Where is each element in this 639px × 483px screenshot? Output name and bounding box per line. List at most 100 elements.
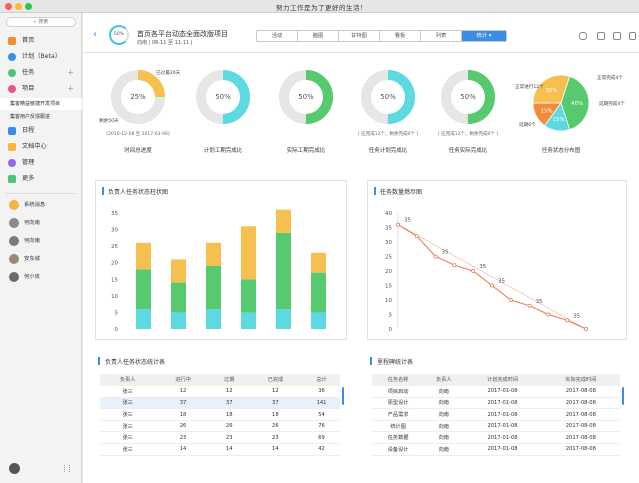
table2-section: 里程碑统计表 任务名称 负责人 计划完成时间 实际完成时间 项目启动 向南 2017… — [367, 357, 629, 477]
table1-scrollbar[interactable] — [342, 387, 344, 405]
avatar — [9, 236, 19, 246]
grid-icon[interactable] — [629, 32, 636, 40]
project-progress-value: 50% — [113, 32, 124, 37]
contact-system-message[interactable]: 系统消息 — [0, 198, 82, 212]
add-task-icon[interactable]: + — [67, 66, 74, 80]
back-arrow-icon[interactable]: ‹ — [93, 29, 97, 40]
add-project-icon[interactable]: + — [67, 82, 74, 96]
table-cell: 23 — [247, 431, 304, 445]
contact-label: 系统消息 — [24, 202, 46, 208]
ideal-line — [397, 224, 587, 330]
donut-label: 计划工期完成比 — [203, 148, 243, 154]
video-icon[interactable] — [597, 32, 605, 40]
point-label: 35 — [404, 218, 411, 224]
table-cell: 26 — [210, 420, 248, 433]
contact-item[interactable]: 何小攻 — [0, 270, 82, 284]
task-status-pie: 40% 15%15% 30% — [532, 74, 590, 132]
table-cell: 项目启动 — [372, 385, 425, 398]
column-header: 已完成 — [247, 374, 304, 386]
pie-slice-label: 40% — [571, 101, 583, 107]
table-cell: 2017-01-08 — [463, 420, 542, 433]
donut-value: 50% — [215, 93, 231, 101]
point-label: 35 — [498, 279, 505, 285]
bar-segment — [171, 282, 186, 313]
table-row[interactable]: 张三 14 14 14 42 — [100, 443, 340, 456]
table-row[interactable]: 产品需求 向南 2017-01-08 2017-08-08 — [372, 408, 620, 421]
table-row[interactable]: 张三 18 18 18 54 — [100, 408, 340, 421]
contact-item[interactable]: 何向南 — [0, 216, 82, 230]
sidebar-item-projects[interactable]: 项目 + — [0, 82, 82, 96]
sidebar-item-tasks[interactable]: 任务 + — [0, 66, 82, 80]
table-row[interactable]: 张三 12 12 12 36 — [100, 385, 340, 398]
sidebar-item-calendar[interactable]: 日程 — [0, 124, 82, 138]
table-cell: 14 — [247, 443, 304, 456]
donut-planned-duration: 50% — [196, 70, 250, 124]
y-tick-label: 25 — [385, 255, 392, 261]
sidebar-item-label: 更多 — [22, 175, 35, 182]
table2: 任务名称 负责人 计划完成时间 实际完成时间 项目启动 向南 2017-01-08 2… — [372, 374, 620, 456]
y-tick-label: 40 — [385, 211, 392, 217]
bar-segment — [171, 259, 186, 283]
table-row[interactable]: 统计图 向南 2017-01-08 2017-08-08 — [372, 420, 620, 433]
line-point — [452, 263, 457, 268]
menu-grid-icon[interactable] — [64, 465, 70, 472]
hexagon-icon[interactable] — [579, 32, 587, 40]
sidebar-item-manage[interactable]: 管理 — [0, 156, 82, 170]
edit-icon[interactable] — [613, 32, 621, 40]
table-cell: 向南 — [424, 431, 464, 445]
table-cell: 2017-08-08 — [541, 408, 620, 421]
bar-segment — [241, 312, 256, 329]
column-header: 任务名称 — [372, 374, 425, 386]
table-cell: 37 — [210, 397, 248, 410]
tab-mindmap[interactable]: 脑图 — [298, 31, 339, 41]
contact-item[interactable]: 安东城 — [0, 252, 82, 266]
column-header: 实际完成时间 — [541, 374, 620, 386]
donut-label: 实际工期完成比 — [286, 148, 326, 154]
sidebar-item-home[interactable]: 首页 — [0, 34, 82, 48]
y-tick-label: 30 — [111, 228, 118, 234]
search-input[interactable]: ⌕ 搜索 — [6, 17, 76, 27]
pie-label: 任务状态分布图 — [541, 148, 581, 154]
sidebar-subitem-project-2[interactable]: 集客用户反馈跟进 — [0, 111, 82, 123]
tab-activity[interactable]: 活动 — [257, 31, 298, 41]
table-cell: 23 — [210, 431, 248, 445]
table-cell: 原型设计 — [372, 397, 425, 410]
table-row[interactable]: 原型设计 向南 2017-01-08 2017-08-08 — [372, 397, 620, 410]
user-avatar[interactable] — [9, 463, 20, 474]
manage-icon — [8, 159, 16, 167]
table-cell: 张三 — [100, 431, 156, 445]
table-cell: 36 — [303, 385, 340, 398]
table-row[interactable]: 任务数据 向南 2017-01-08 2017-08-08 — [372, 431, 620, 445]
y-tick-label: 10 — [111, 294, 118, 300]
burndown-chart: 0 5 10 15 20 25 30 35 40 35 35 35 35 35 35 — [385, 211, 588, 333]
table2-scrollbar[interactable] — [622, 387, 624, 405]
table-cell: 2017-01-08 — [463, 431, 542, 445]
table-row[interactable]: 张三 23 23 23 69 — [100, 431, 340, 445]
table-cell: 2017-01-08 — [463, 385, 542, 398]
sidebar-item-more[interactable]: 更多 — [0, 172, 82, 186]
tab-gantt[interactable]: 甘特图 — [339, 31, 380, 41]
bar-segment — [241, 226, 256, 280]
table-row[interactable]: 张三 26 26 26 76 — [100, 420, 340, 433]
table-cell: 18 — [247, 408, 304, 421]
sidebar-subitem-project-1[interactable]: 集客精益敏捷开发项目 — [0, 98, 82, 110]
point-label: 35 — [536, 299, 543, 305]
avatar — [9, 272, 19, 282]
tab-kanban[interactable]: 看板 — [380, 31, 421, 41]
table-cell: 2017-08-08 — [541, 397, 620, 410]
pie-legend-normal: 正常进行12个 — [515, 85, 544, 90]
pie-legend-delayed: 延期6个 — [519, 123, 536, 128]
table-row[interactable]: 设备设计 向南 2017-01-08 2017-08-08 — [372, 443, 620, 456]
table-cell: 26 — [155, 420, 211, 433]
contact-item[interactable]: 何向南 — [0, 234, 82, 248]
table-row[interactable]: 张三 37 37 37 141 — [100, 397, 340, 410]
sidebar-item-plan[interactable]: 计划（Beta） — [0, 50, 82, 64]
sidebar-item-docs[interactable]: 文档中心 — [0, 140, 82, 154]
donut-annotation-remaining: 剩余50天 — [99, 119, 119, 124]
panel-accent — [374, 187, 376, 195]
table-cell: 2017-01-08 — [463, 397, 542, 410]
tab-statistics[interactable]: 统计 ▾ — [462, 31, 506, 41]
tab-list[interactable]: 列表 — [421, 31, 462, 41]
table-cell: 18 — [210, 408, 248, 421]
table-row[interactable]: 项目启动 向南 2017-01-08 2017-08-08 — [372, 385, 620, 398]
